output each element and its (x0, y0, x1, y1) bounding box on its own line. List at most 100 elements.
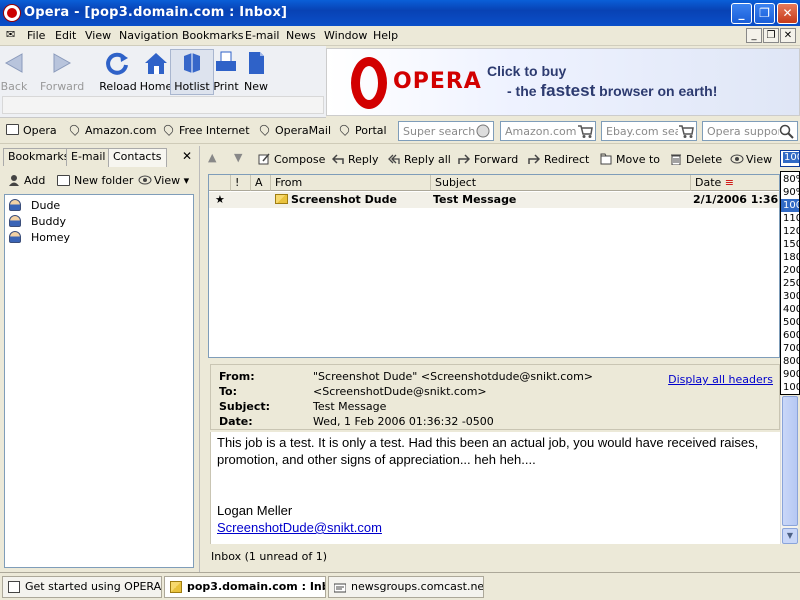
contact-dude[interactable]: Dude (9, 199, 60, 212)
hotlist-icon (178, 50, 206, 76)
scrollbar-thumb[interactable] (782, 396, 798, 526)
menu-view[interactable]: View (85, 29, 111, 42)
table-row[interactable]: ★ Screenshot Dude Test Message 2/1/2006 … (209, 192, 779, 208)
reply-all-button[interactable]: Reply all (388, 153, 451, 166)
mail-view-button[interactable]: View (730, 153, 772, 166)
amazon-search-input[interactable]: Amazon.com (500, 121, 596, 141)
zoom-option[interactable]: 90% (783, 186, 799, 199)
column-header-attachment[interactable]: A (251, 175, 271, 191)
super-search-input[interactable]: Super search (398, 121, 494, 141)
tab-get-started[interactable]: Get started using OPERA (2, 576, 162, 598)
opera-app-icon[interactable] (4, 5, 20, 21)
new-folder-button[interactable]: New folder (57, 174, 133, 187)
display-all-headers-link[interactable]: Display all headers (668, 373, 773, 386)
panel-close-icon[interactable]: ✕ (182, 149, 192, 163)
add-contact-button[interactable]: Add (8, 174, 45, 187)
redirect-button[interactable]: Redirect (528, 153, 589, 166)
header-date-value: Wed, 1 Feb 2006 01:36:32 -0500 (313, 415, 494, 428)
zoom-option[interactable]: 1000 (783, 381, 799, 394)
panel-view-button[interactable]: View ▾ (138, 174, 189, 187)
ad-banner[interactable]: OPERA Click to buy - the fastest browser… (326, 48, 800, 116)
magnifier-icon[interactable] (778, 123, 796, 139)
restore-button[interactable]: ❐ (754, 3, 775, 24)
zoom-option[interactable]: 800 (783, 355, 799, 368)
zoom-option[interactable]: 500 (783, 316, 799, 329)
message-list[interactable]: ! A From Subject Date ≡ ★ Screenshot Dud… (208, 174, 780, 358)
menu-bookmarks[interactable]: Bookmarks (182, 29, 243, 42)
bookmark-opera[interactable]: Opera (6, 124, 57, 137)
mail-menu-icon[interactable]: ✉ (6, 28, 15, 41)
tab-contacts[interactable]: Contacts (108, 148, 167, 167)
bookmark-free-internet[interactable]: Free Internet (162, 123, 250, 137)
column-header-subject[interactable]: Subject (431, 175, 691, 191)
menu-window[interactable]: Window (324, 29, 367, 42)
previous-message-icon[interactable]: ▲ (208, 151, 216, 164)
zoom-option[interactable]: 180 (783, 251, 799, 264)
close-button[interactable]: ✕ (777, 3, 798, 24)
tab-inbox[interactable]: pop3.domain.com : Inb... (164, 576, 326, 598)
tab-newsgroups[interactable]: newsgroups.comcast.net (328, 576, 484, 598)
message-scrollbar[interactable]: ▼ (780, 396, 798, 544)
tab-bookmarks[interactable]: Bookmarks (3, 148, 75, 166)
signature-email-link[interactable]: ScreenshotDude@snikt.com (217, 520, 382, 535)
bookmark-portal[interactable]: Portal (338, 123, 387, 137)
reply-button[interactable]: Reply (331, 153, 378, 166)
mdi-restore-icon[interactable]: ❐ (763, 28, 779, 43)
mdi-minimize-icon[interactable]: _ (746, 28, 762, 43)
compose-button[interactable]: Compose (258, 153, 325, 166)
contact-icon (9, 215, 21, 227)
menu-help[interactable]: Help (373, 29, 398, 42)
person-icon (8, 174, 20, 186)
zoom-option[interactable]: 900 (783, 368, 799, 381)
bookmark-operamail[interactable]: OperaMail (258, 123, 331, 137)
zoom-option[interactable]: 400 (783, 303, 799, 316)
zoom-option[interactable]: 120 (783, 225, 799, 238)
bookmark-amazon[interactable]: Amazon.com (68, 123, 156, 137)
column-header-star[interactable] (209, 175, 231, 191)
mdi-close-icon[interactable]: ✕ (780, 28, 796, 43)
zoom-select[interactable]: 100 (780, 150, 800, 167)
search-go-icon[interactable] (474, 123, 492, 139)
contacts-list[interactable]: Dude Buddy Homey (4, 194, 194, 568)
menu-file[interactable]: File (27, 29, 45, 42)
contact-homey[interactable]: Homey (9, 231, 70, 244)
cart-icon[interactable] (576, 123, 594, 139)
new-page-icon (242, 50, 270, 76)
zoom-option[interactable]: 600 (783, 329, 799, 342)
zoom-option[interactable]: 250 (783, 277, 799, 290)
opera-support-search-input[interactable]: Opera suppor (702, 121, 798, 141)
cart-icon[interactable] (677, 123, 695, 139)
zoom-dropdown-list[interactable]: 80%90%1001101201501802002503004005006007… (780, 171, 800, 395)
zoom-option[interactable]: 110 (783, 212, 799, 225)
star-icon[interactable]: ★ (215, 193, 225, 206)
scroll-down-icon[interactable]: ▼ (782, 528, 798, 544)
forward-mail-button[interactable]: Forward (458, 153, 518, 166)
column-header-from[interactable]: From (271, 175, 431, 191)
next-message-icon[interactable]: ▼ (234, 151, 242, 164)
ebay-search-input[interactable]: Ebay.com sea (601, 121, 697, 141)
reply-all-icon (388, 153, 400, 165)
minimize-button[interactable]: _ (731, 3, 752, 24)
delete-button[interactable]: Delete (670, 153, 722, 166)
move-to-button[interactable]: Move to (600, 153, 660, 166)
back-button[interactable]: Back (0, 50, 36, 93)
new-button[interactable]: New (234, 50, 278, 93)
menu-email[interactable]: E-mail (245, 29, 280, 42)
forward-button[interactable]: Forward (40, 50, 84, 93)
column-header-priority[interactable]: ! (231, 175, 251, 191)
message-body[interactable]: This job is a test. It is only a test. H… (210, 432, 780, 544)
address-bar-placeholder[interactable] (2, 96, 324, 114)
column-header-date[interactable]: Date ≡ (691, 175, 779, 191)
menu-navigation[interactable]: Navigation (119, 29, 178, 42)
zoom-option[interactable]: 700 (783, 342, 799, 355)
zoom-option[interactable]: 100 (781, 199, 799, 212)
zoom-option[interactable]: 80% (783, 173, 799, 186)
contact-buddy[interactable]: Buddy (9, 215, 66, 228)
zoom-option[interactable]: 300 (783, 290, 799, 303)
zoom-option[interactable]: 150 (783, 238, 799, 251)
menu-edit[interactable]: Edit (55, 29, 76, 42)
zoom-option[interactable]: 200 (783, 264, 799, 277)
menu-news[interactable]: News (286, 29, 316, 42)
tab-email[interactable]: E-mail (66, 148, 111, 166)
title-bar[interactable]: Opera - [pop3.domain.com : Inbox] _ ❐ ✕ (0, 0, 800, 26)
